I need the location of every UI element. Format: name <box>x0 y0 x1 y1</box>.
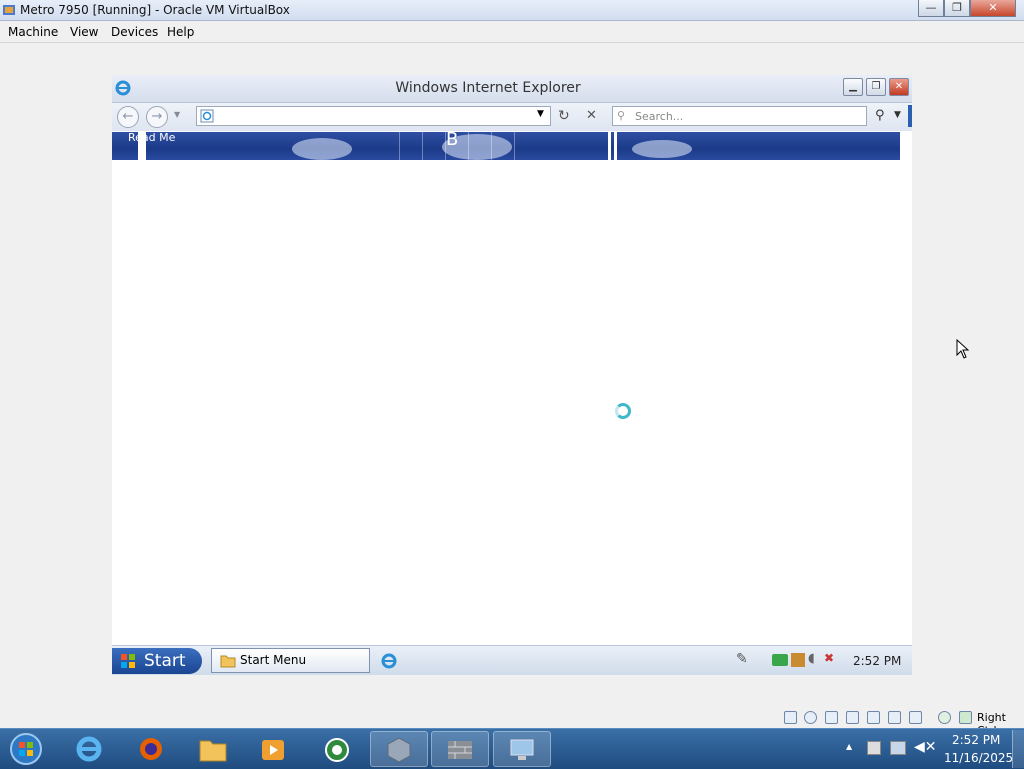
metro-banner: Read Me B <box>112 132 900 160</box>
host-taskbar: ▲ ◀✕ 2:52 PM 11/16/2025 <box>0 728 1024 769</box>
taskbar-firewall-icon[interactable] <box>431 731 489 767</box>
page-icon <box>200 109 214 123</box>
windows-orb-icon[interactable] <box>6 732 46 766</box>
banner-letter: B <box>446 132 459 150</box>
search-options-icon[interactable]: ▼ <box>894 110 901 120</box>
loading-spinner-icon <box>615 403 631 419</box>
toolbar-edge <box>908 105 912 127</box>
banner-divider <box>614 132 617 160</box>
network-tray-icon[interactable] <box>772 654 788 666</box>
back-button[interactable]: ← <box>117 106 139 128</box>
show-desktop-button[interactable] <box>1012 730 1024 768</box>
ie-quicklaunch-icon[interactable] <box>381 653 397 669</box>
taskbar-ie-icon[interactable] <box>60 731 118 767</box>
volume-tray-icon[interactable]: ◖ <box>808 651 815 666</box>
search-placeholder: Search... <box>635 110 684 123</box>
hard-disk-icon[interactable] <box>784 711 797 724</box>
menu-view[interactable]: View <box>70 25 98 39</box>
keyboard-capture-icon[interactable] <box>959 711 972 724</box>
audio-icon[interactable] <box>825 711 838 724</box>
host-clock-time[interactable]: 2:52 PM <box>952 733 1000 747</box>
address-bar[interactable]: ▼ <box>196 106 551 126</box>
virtualbox-app-icon <box>3 5 15 15</box>
taskbar-start-menu-button[interactable]: Start Menu <box>211 648 370 673</box>
search-box[interactable]: ⚲ Search... <box>612 106 867 126</box>
task-button-label: Start Menu <box>240 653 307 667</box>
history-dropdown-icon[interactable]: ▼ <box>174 110 180 119</box>
ie-minimize-button[interactable]: ▁ <box>843 78 863 96</box>
folder-icon <box>220 655 236 668</box>
guest-clock[interactable]: 2:52 PM <box>853 654 901 668</box>
ie-title-bar: Windows Internet Explorer ▁ ❐ ✕ <box>112 75 912 103</box>
ie-restore-button[interactable]: ❐ <box>866 78 886 96</box>
taskbar-globe-icon[interactable] <box>308 731 366 767</box>
menu-devices[interactable]: Devices <box>111 25 158 39</box>
search-icon[interactable]: ⚲ <box>875 108 885 123</box>
host-close-button[interactable]: ✕ <box>970 0 1016 17</box>
address-dropdown-icon[interactable]: ▼ <box>537 109 544 119</box>
host-minimize-button[interactable]: — <box>918 0 944 17</box>
host-clock-date[interactable]: 11/16/2025 <box>944 751 1013 765</box>
read-me-link[interactable]: Read Me <box>128 132 175 144</box>
shared-folders-icon[interactable] <box>867 711 880 724</box>
host-status-bar: Right Ctrl <box>0 707 1024 737</box>
action-center-icon[interactable] <box>867 741 881 755</box>
taskbar-firefox-icon[interactable] <box>122 731 180 767</box>
tools-icon[interactable]: ✎ <box>736 651 748 667</box>
taskbar-virtualbox-icon[interactable] <box>370 731 428 767</box>
volume-muted-icon[interactable]: ◀✕ <box>914 739 937 755</box>
network-status-icon[interactable] <box>890 741 906 755</box>
network-icon[interactable] <box>846 711 859 724</box>
guest-start-label: Start <box>144 651 186 671</box>
ie-close-button[interactable]: ✕ <box>889 78 909 96</box>
ie-toolbar: ← → ▼ ▼ ↻ ✕ ⚲ Search... ⚲ ▼ <box>112 103 912 131</box>
security-tray-icon[interactable] <box>791 653 805 667</box>
ie-window-title: Windows Internet Explorer <box>395 80 581 96</box>
optical-drive-icon[interactable] <box>804 711 817 724</box>
mouse-cursor-icon <box>956 339 970 359</box>
taskbar-remote-desktop-icon[interactable] <box>493 731 551 767</box>
host-title-bar: Metro 7950 [Running] - Oracle VM Virtual… <box>0 0 1024 21</box>
menu-help[interactable]: Help <box>167 25 194 39</box>
windows-logo-icon <box>121 654 135 668</box>
display-icon[interactable] <box>888 711 901 724</box>
banner-divider <box>608 132 611 160</box>
taskbar-explorer-icon[interactable] <box>184 731 242 767</box>
video-capture-icon[interactable] <box>909 711 922 724</box>
refresh-icon[interactable]: ↻ <box>558 108 570 124</box>
error-tray-icon[interactable]: ✖ <box>824 651 834 665</box>
forward-button[interactable]: → <box>146 106 168 128</box>
guest-start-button[interactable]: Start <box>112 648 202 674</box>
host-restore-button[interactable]: ❐ <box>944 0 970 17</box>
mouse-integration-icon[interactable] <box>938 711 951 724</box>
host-menu-bar: Machine View Devices Help <box>0 21 1024 43</box>
host-window-title: Metro 7950 [Running] - Oracle VM Virtual… <box>20 3 290 17</box>
guest-taskbar: Start Start Menu ✎ ◖ ✖ 2:52 PM <box>112 645 912 675</box>
taskbar-media-player-icon[interactable] <box>244 731 302 767</box>
menu-machine[interactable]: Machine <box>8 25 58 39</box>
stop-icon[interactable]: ✕ <box>586 108 597 123</box>
tray-overflow-chevron[interactable]: ▲ <box>846 742 852 751</box>
search-glass-icon: ⚲ <box>617 109 626 122</box>
guest-screen[interactable]: Windows Internet Explorer ▁ ❐ ✕ ← → ▼ ▼ … <box>112 75 912 675</box>
